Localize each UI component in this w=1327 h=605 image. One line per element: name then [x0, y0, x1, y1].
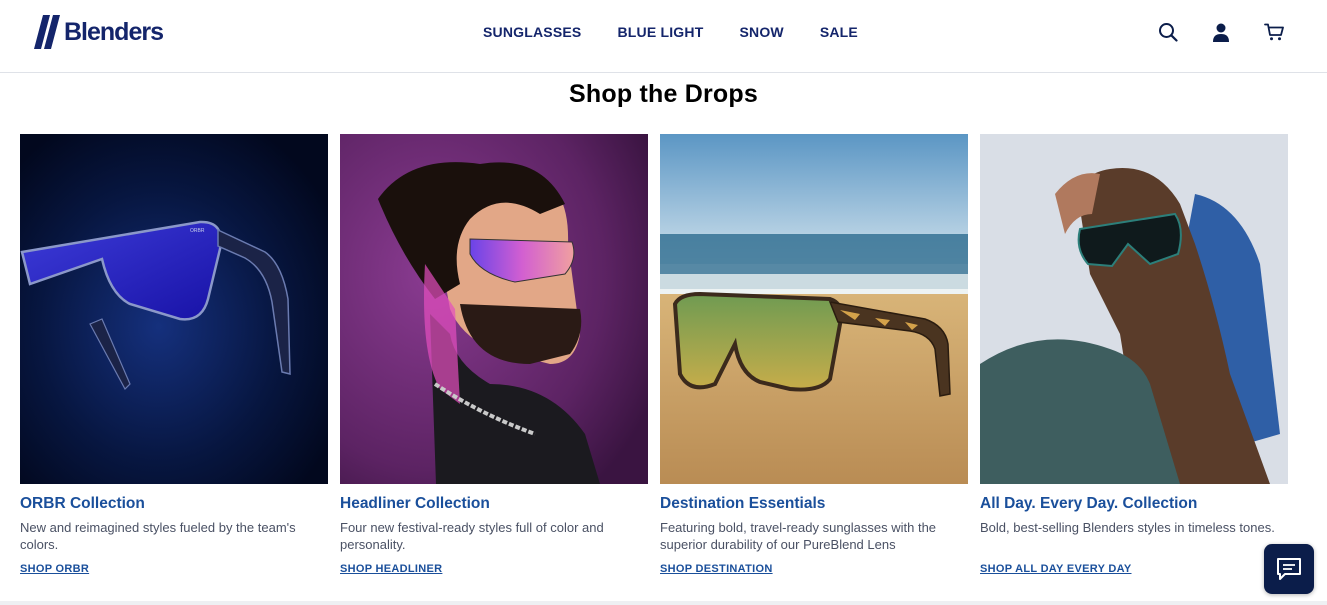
card-title[interactable]: Headliner Collection — [340, 495, 648, 513]
header-actions — [1156, 20, 1286, 44]
nav-item-sunglasses[interactable]: SUNGLASSES — [483, 24, 581, 40]
site-header: Blenders SUNGLASSES BLUE LIGHT SNOW SALE — [0, 0, 1327, 73]
brand-name: Blenders — [64, 17, 164, 46]
card-description: Four new festival-ready styles full of c… — [340, 520, 604, 552]
brand-logo[interactable]: Blenders — [34, 14, 164, 50]
card-title[interactable]: ORBR Collection — [20, 495, 328, 513]
card-title[interactable]: Destination Essentials — [660, 495, 968, 513]
card-description: New and reimagined styles fueled by the … — [20, 520, 296, 552]
card-image-all-day[interactable] — [980, 134, 1288, 484]
chat-button[interactable] — [1264, 544, 1314, 594]
card-description: Bold, best-selling Blenders styles in ti… — [980, 520, 1275, 535]
collection-card-orbr: ORBR ORBR Collection New and reimagined … — [20, 134, 328, 575]
card-title[interactable]: All Day. Every Day. Collection — [980, 495, 1288, 513]
collection-card-destination: Destination Essentials Featuring bold, t… — [660, 134, 968, 575]
shop-orbr-link[interactable]: SHOP ORBR — [20, 563, 89, 575]
svg-text:ORBR: ORBR — [190, 228, 205, 234]
card-image-orbr[interactable]: ORBR — [20, 134, 328, 484]
card-image-destination[interactable] — [660, 134, 968, 484]
search-icon[interactable] — [1156, 20, 1180, 44]
shop-all-day-link[interactable]: SHOP ALL DAY EVERY DAY — [980, 563, 1132, 575]
logo-mark-icon — [34, 15, 60, 49]
section-title: Shop the Drops — [569, 80, 758, 108]
shop-destination-link[interactable]: SHOP DESTINATION — [660, 563, 773, 575]
card-image-headliner[interactable] — [340, 134, 648, 484]
nav-item-blue-light[interactable]: BLUE LIGHT — [617, 24, 703, 40]
card-description: Featuring bold, travel-ready sunglasses … — [660, 520, 937, 552]
collection-card-all-day: All Day. Every Day. Collection Bold, bes… — [980, 134, 1288, 575]
cart-icon[interactable] — [1262, 20, 1286, 44]
nav-item-snow[interactable]: SNOW — [739, 24, 783, 40]
bottom-divider — [0, 601, 1327, 605]
main-nav: SUNGLASSES BLUE LIGHT SNOW SALE — [483, 24, 894, 40]
shop-headliner-link[interactable]: SHOP HEADLINER — [340, 563, 442, 575]
account-icon[interactable] — [1209, 20, 1233, 44]
nav-item-sale[interactable]: SALE — [820, 24, 858, 40]
chat-icon — [1277, 558, 1301, 580]
collection-card-headliner: Headliner Collection Four new festival-r… — [340, 134, 648, 575]
